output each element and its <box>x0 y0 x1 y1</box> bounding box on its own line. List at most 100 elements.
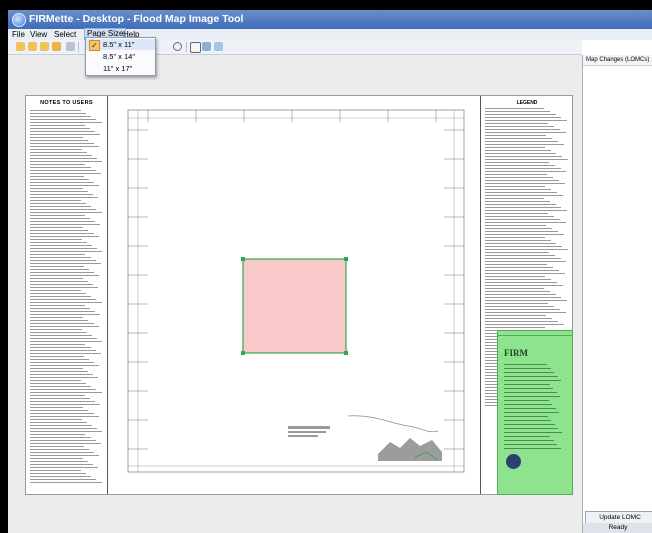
text-line <box>30 410 89 411</box>
text-line <box>30 374 93 375</box>
page-size-option-legal[interactable]: 8.5" x 14" <box>86 51 155 62</box>
text-line <box>485 225 547 226</box>
text-line <box>30 236 99 237</box>
select-icon[interactable] <box>190 42 201 53</box>
text-line <box>30 473 87 474</box>
selection-handle <box>344 351 348 355</box>
text-line <box>30 482 102 483</box>
text-line <box>504 416 548 417</box>
text-line <box>30 221 95 222</box>
text-line <box>485 216 554 217</box>
text-line <box>30 383 87 384</box>
option-label: 8.5" x 14" <box>103 52 136 61</box>
text-line <box>30 185 100 186</box>
selection-rectangle <box>242 258 347 354</box>
text-line <box>485 252 549 253</box>
text-line <box>30 449 90 450</box>
text-line <box>30 389 97 390</box>
text-line <box>30 311 95 312</box>
text-line <box>485 138 553 139</box>
text-line <box>485 219 560 220</box>
text-line <box>485 126 554 127</box>
text-line <box>30 419 82 420</box>
text-line <box>30 251 103 252</box>
text-line <box>30 353 101 354</box>
text-line <box>485 294 556 295</box>
text-line <box>485 171 567 172</box>
text-line <box>30 326 99 327</box>
page-size-option-letter[interactable]: ✓ 8.5" x 11" <box>86 39 155 51</box>
text-line <box>485 189 552 190</box>
text-line <box>30 224 101 225</box>
open-icon[interactable] <box>16 42 25 51</box>
text-line <box>485 315 547 316</box>
text-line <box>30 308 90 309</box>
text-line <box>485 207 562 208</box>
text-line <box>30 455 100 456</box>
map-panel[interactable] <box>108 96 479 494</box>
text-line <box>485 297 562 298</box>
text-line <box>30 155 93 156</box>
text-line <box>485 261 567 262</box>
text-line <box>30 470 82 471</box>
text-line <box>30 257 91 258</box>
text-line <box>485 135 547 136</box>
menu-select[interactable]: Select <box>52 29 78 40</box>
text-line <box>30 239 82 240</box>
text-line <box>485 276 546 277</box>
text-line <box>30 467 98 468</box>
pan-icon[interactable] <box>202 42 211 51</box>
text-line <box>485 327 545 328</box>
text-line <box>30 341 103 342</box>
text-line <box>485 183 565 184</box>
text-line <box>30 233 94 234</box>
text-line <box>30 422 87 423</box>
text-line <box>504 392 557 393</box>
print-icon[interactable] <box>66 42 75 51</box>
text-line <box>30 263 101 264</box>
text-line <box>30 314 101 315</box>
text-line <box>30 359 90 360</box>
open-icon[interactable] <box>28 42 37 51</box>
refresh-icon[interactable] <box>214 42 223 51</box>
text-line <box>485 177 554 178</box>
save-icon[interactable] <box>52 42 61 51</box>
text-line <box>30 440 96 441</box>
zoom-icon[interactable] <box>173 42 182 51</box>
text-line <box>504 368 551 369</box>
text-line <box>30 218 90 219</box>
menu-view[interactable]: View <box>28 29 49 40</box>
text-line <box>30 356 85 357</box>
text-line <box>30 392 102 393</box>
legend-title: LEGEND <box>516 100 538 106</box>
text-line <box>485 204 556 205</box>
text-line <box>30 446 85 447</box>
text-line <box>504 372 555 373</box>
text-line <box>30 395 85 396</box>
text-line <box>30 173 101 174</box>
text-line <box>30 122 102 123</box>
page-size-option-tabloid[interactable]: 11" x 17" <box>86 63 155 74</box>
text-line <box>485 210 568 211</box>
text-line <box>485 285 564 286</box>
text-line <box>30 158 98 159</box>
menu-file[interactable]: File <box>10 29 27 40</box>
text-line <box>30 146 99 147</box>
map-annotation <box>288 435 318 437</box>
text-line <box>485 195 564 196</box>
text-line <box>504 420 552 421</box>
text-line <box>30 272 95 273</box>
text-line <box>485 267 554 268</box>
text-line <box>485 198 544 199</box>
text-line <box>30 176 85 177</box>
text-line <box>485 312 566 313</box>
check-icon: ✓ <box>89 40 100 51</box>
open-icon[interactable] <box>40 42 49 51</box>
lomc-panel-header: Map Changes (LOMCs) <box>583 55 652 66</box>
text-line <box>485 186 546 187</box>
firmette-preview[interactable]: NOTES TO USERS LEGEND <box>25 95 573 495</box>
text-line <box>30 149 82 150</box>
notes-text-block <box>30 110 103 485</box>
text-line <box>485 156 563 157</box>
text-line <box>30 179 90 180</box>
